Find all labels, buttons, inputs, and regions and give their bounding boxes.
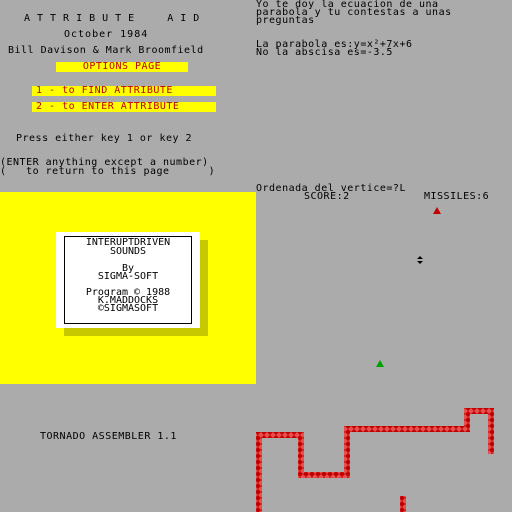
game-field [256, 207, 494, 512]
missile-icon [417, 256, 423, 264]
enemy-ship-icon [433, 207, 441, 214]
player-ship-icon [376, 360, 384, 367]
track-path [256, 408, 494, 512]
